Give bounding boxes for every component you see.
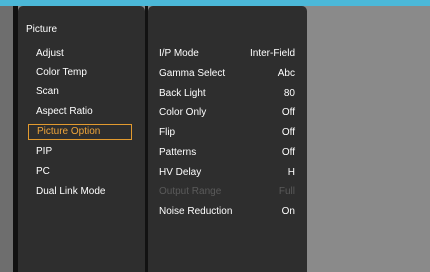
- setting-value: Off: [281, 147, 295, 158]
- setting-row-noise-reduction[interactable]: Noise Reduction On: [159, 204, 295, 220]
- menu-item-adjust[interactable]: Adjust: [28, 46, 132, 62]
- setting-row-back-light[interactable]: Back Light 80: [159, 86, 295, 102]
- setting-row-gamma-select[interactable]: Gamma Select Abc: [159, 66, 295, 82]
- setting-value: Abc: [277, 68, 295, 79]
- setting-value: Inter-Field: [249, 48, 295, 59]
- menu-item-scan[interactable]: Scan: [28, 84, 132, 100]
- setting-label: I/P Mode: [159, 48, 199, 59]
- menu-panel: Picture Adjust Color Temp Scan Aspect Ra…: [18, 6, 145, 272]
- setting-label: Gamma Select: [159, 68, 226, 79]
- setting-label: Patterns: [159, 147, 197, 158]
- setting-row-color-only[interactable]: Color Only Off: [159, 105, 295, 121]
- menu-item-color-temp[interactable]: Color Temp: [28, 65, 132, 81]
- menu-item-pc[interactable]: PC: [28, 164, 132, 180]
- menu-item-picture-option[interactable]: Picture Option: [28, 124, 132, 140]
- setting-value: 80: [283, 88, 295, 99]
- setting-row-output-range: Output Range Full: [159, 184, 295, 200]
- menu-item-aspect-ratio[interactable]: Aspect Ratio: [28, 104, 132, 120]
- setting-label: Noise Reduction: [159, 206, 233, 217]
- setting-row-ip-mode[interactable]: I/P Mode Inter-Field: [159, 46, 295, 62]
- left-edge: [0, 6, 13, 272]
- setting-row-patterns[interactable]: Patterns Off: [159, 145, 295, 161]
- setting-label: Back Light: [159, 88, 206, 99]
- setting-value: H: [287, 167, 295, 178]
- setting-label: Color Only: [159, 107, 207, 118]
- empty-gray-area: [307, 6, 430, 272]
- setting-row-hv-delay[interactable]: HV Delay H: [159, 165, 295, 181]
- menu-item-dual-link-mode[interactable]: Dual Link Mode: [28, 184, 132, 200]
- menu-title: Picture: [26, 24, 58, 35]
- setting-value: Full: [278, 186, 295, 197]
- setting-value: Off: [281, 127, 295, 138]
- setting-label: Output Range: [159, 186, 222, 197]
- setting-value: On: [281, 206, 295, 217]
- setting-row-flip[interactable]: Flip Off: [159, 125, 295, 141]
- setting-value: Off: [281, 107, 295, 118]
- setting-label: Flip: [159, 127, 176, 138]
- settings-panel: I/P Mode Inter-Field Gamma Select Abc Ba…: [148, 6, 307, 272]
- menu-item-pip[interactable]: PIP: [28, 144, 132, 160]
- setting-label: HV Delay: [159, 167, 202, 178]
